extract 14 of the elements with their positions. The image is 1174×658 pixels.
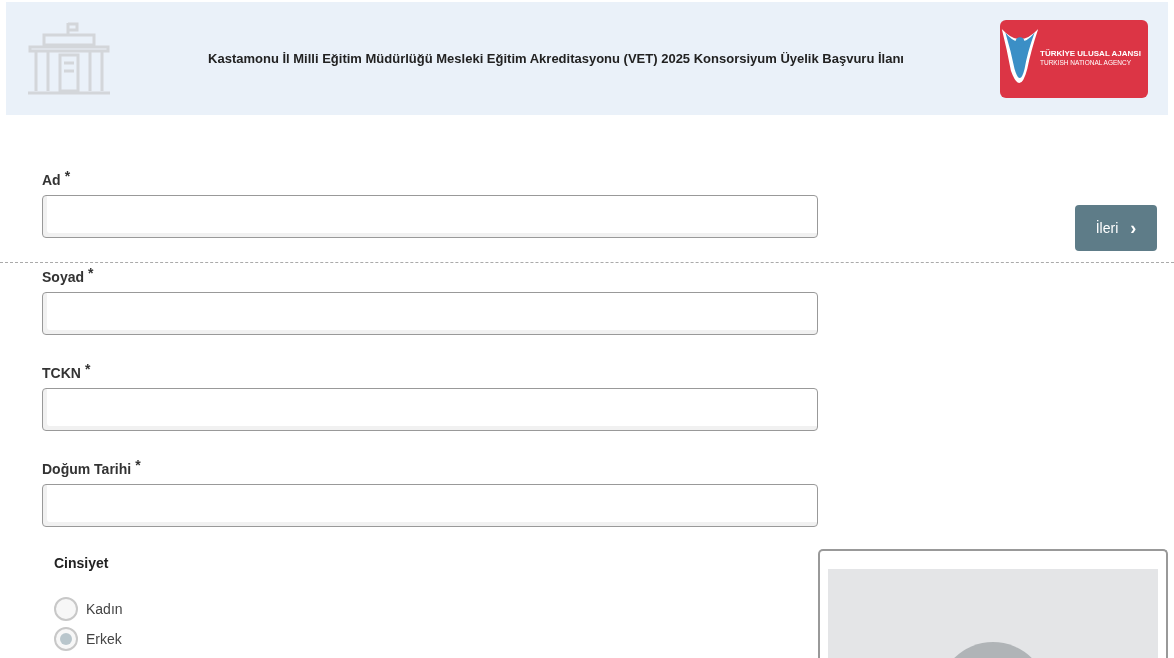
field-label: Soyad [42, 268, 84, 287]
page-title: Kastamonu İl Milli Eğitim Müdürlüğü Mesleki Eğitim Akreditasyonu (VET) 2025 Konsorsiyum Üyelik Başvuru İlanı [208, 49, 904, 68]
required-mark: * [84, 360, 91, 379]
radio-option[interactable]: Kadın [54, 594, 123, 624]
required-mark: * [88, 264, 94, 283]
field-label: Doğum Tarihi [42, 460, 132, 479]
field-label: TCKN [42, 364, 81, 383]
next-button[interactable]: İleri › [1075, 205, 1157, 251]
required-mark: * [135, 456, 141, 475]
gender-label: Cinsiyet [54, 554, 110, 573]
radio-option[interactable]: Erkek [54, 624, 123, 654]
field-label: Ad [42, 171, 61, 190]
required-mark: * [64, 167, 71, 186]
logo-title: TÜRKİYE ULUSAL AJANSI [1040, 49, 1141, 60]
